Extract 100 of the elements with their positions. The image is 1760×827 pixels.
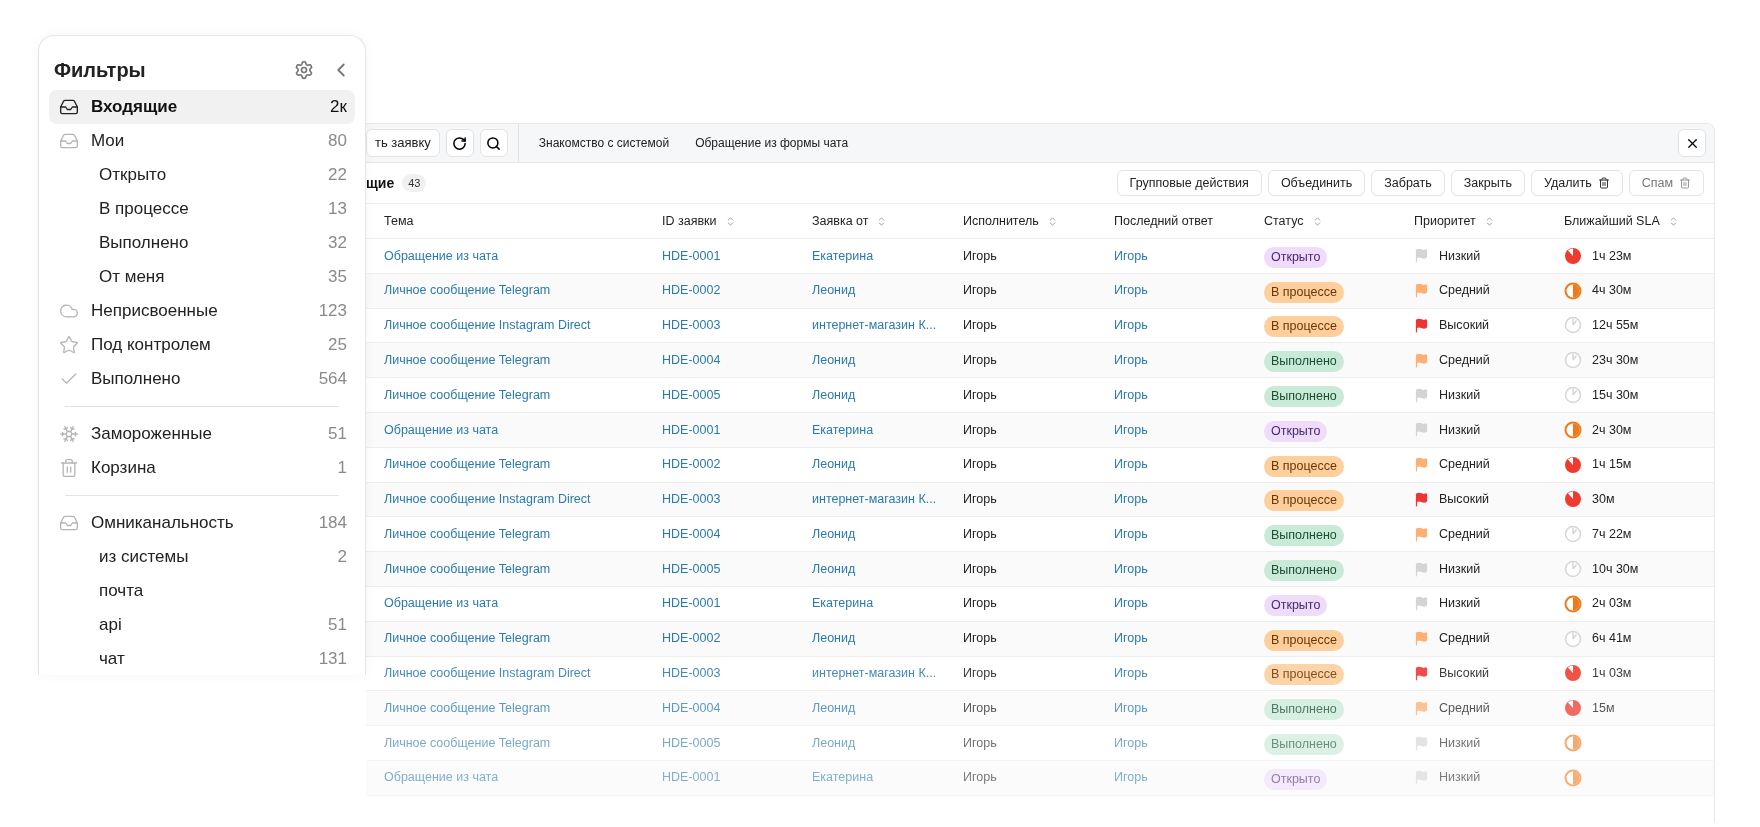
view-tab[interactable]: Обращение из формы чата xyxy=(685,125,859,161)
ticket-id-link[interactable]: HDE-0001 xyxy=(662,420,812,440)
subject-link[interactable]: Личное сообщение Telegram xyxy=(384,385,662,405)
column-header[interactable]: Заявка от xyxy=(812,211,963,231)
requester-link[interactable]: Леонид xyxy=(812,559,963,579)
close-button[interactable] xyxy=(1678,129,1706,157)
column-header[interactable]: Исполнитель xyxy=(963,211,1114,231)
subject-link[interactable]: Обращение из чата xyxy=(384,420,662,440)
sla-time: 6ч 41м xyxy=(1592,630,1632,648)
ticket-id-link[interactable]: HDE-0003 xyxy=(662,664,812,683)
filter-item[interactable]: Замороженные 51 xyxy=(49,417,355,451)
filters-title: Фильтры xyxy=(54,58,147,83)
filter-item[interactable]: Открыто 22 xyxy=(49,158,355,192)
requester-link[interactable]: Леонид xyxy=(812,385,963,405)
subject-link[interactable]: Личное сообщение Telegram xyxy=(384,524,662,544)
last-reply-link[interactable]: Игорь xyxy=(1114,629,1264,649)
filter-item[interactable]: Мои 80 xyxy=(49,124,355,158)
subject-link[interactable]: Личное сообщение Instagram Direct xyxy=(384,316,662,335)
last-reply-link[interactable]: Игорь xyxy=(1114,281,1264,301)
ticket-id-link[interactable]: HDE-0004 xyxy=(662,350,812,370)
filter-item[interactable]: Омниканальность 184 xyxy=(49,506,355,540)
subject-link[interactable]: Личное сообщение Instagram Direct xyxy=(384,664,662,683)
ticket-id-link[interactable]: HDE-0005 xyxy=(662,559,812,579)
filter-item[interactable]: api 51 xyxy=(49,608,355,642)
refresh-button[interactable] xyxy=(445,129,474,157)
sla-time: 2ч 03м xyxy=(1592,595,1632,613)
column-header[interactable]: ID заявки xyxy=(662,211,812,231)
subject-link[interactable]: Личное сообщение Telegram xyxy=(384,350,662,370)
ticket-id-link[interactable]: HDE-0001 xyxy=(662,246,812,266)
action-button[interactable]: Удалить xyxy=(1530,170,1623,196)
filter-item[interactable]: Входящие 2к xyxy=(49,90,355,124)
ticket-id-link[interactable]: HDE-0002 xyxy=(662,281,812,301)
last-reply-link[interactable]: Игорь xyxy=(1114,698,1264,718)
last-reply-link[interactable]: Игорь xyxy=(1114,316,1264,335)
last-reply-link[interactable]: Игорь xyxy=(1114,350,1264,370)
column-header[interactable]: Ближайший SLA xyxy=(1564,211,1714,231)
requester-link[interactable]: Леонид xyxy=(812,629,963,649)
last-reply-link[interactable]: Игорь xyxy=(1114,524,1264,544)
ticket-id-link[interactable]: HDE-0004 xyxy=(662,524,812,544)
ticket-id-link[interactable]: HDE-0002 xyxy=(662,629,812,649)
subject-link[interactable]: Личное сообщение Telegram xyxy=(384,629,662,649)
subject-link[interactable]: Обращение из чата xyxy=(384,246,662,266)
last-reply-link[interactable]: Игорь xyxy=(1114,246,1264,266)
filter-item[interactable]: почта xyxy=(49,574,355,608)
ticket-id-link[interactable]: HDE-0004 xyxy=(662,698,812,718)
ticket-id-link[interactable]: HDE-0002 xyxy=(662,455,812,475)
filter-item[interactable]: чат 131 xyxy=(49,642,355,676)
subject-link[interactable]: Личное сообщение Telegram xyxy=(384,733,662,753)
last-reply-link[interactable]: Игорь xyxy=(1114,559,1264,579)
column-header[interactable]: Статус xyxy=(1264,211,1414,231)
requester-link[interactable]: интернет-магазин К... xyxy=(812,664,963,683)
requester-link[interactable]: Леонид xyxy=(812,733,963,753)
create-ticket-button[interactable]: ть заявку xyxy=(366,129,440,157)
last-reply-link[interactable]: Игорь xyxy=(1114,420,1264,440)
column-header[interactable]: Тема xyxy=(384,211,662,231)
ticket-id-link[interactable]: HDE-0003 xyxy=(662,490,812,509)
filter-item[interactable]: От меня 35 xyxy=(49,260,355,294)
trash-icon xyxy=(1597,177,1610,189)
filter-item[interactable]: Под контролем 25 xyxy=(49,328,355,362)
ticket-id-link[interactable]: HDE-0005 xyxy=(662,733,812,753)
search-button[interactable] xyxy=(479,129,508,157)
requester-link[interactable]: Леонид xyxy=(812,698,963,718)
filter-item[interactable]: В процессе 13 xyxy=(49,192,355,226)
ticket-id-link[interactable]: HDE-0003 xyxy=(662,316,812,335)
last-reply-link[interactable]: Игорь xyxy=(1114,490,1264,509)
subject-link[interactable]: Личное сообщение Telegram xyxy=(384,559,662,579)
requester-link[interactable]: Леонид xyxy=(812,281,963,301)
action-button[interactable]: Групповые действия xyxy=(1116,170,1262,196)
requester-link[interactable]: Екатерина xyxy=(812,420,963,440)
requester-link[interactable]: Леонид xyxy=(812,524,963,544)
requester-link[interactable]: Леонид xyxy=(812,350,963,370)
filter-item[interactable]: Неприсвоенные 123 xyxy=(49,294,355,328)
filter-item[interactable]: Выполнено 564 xyxy=(49,362,355,396)
column-header[interactable]: Приоритет xyxy=(1414,211,1564,231)
requester-link[interactable]: Екатерина xyxy=(812,594,963,614)
last-reply-link[interactable]: Игорь xyxy=(1114,664,1264,683)
settings-icon[interactable] xyxy=(294,60,314,80)
subject-link[interactable]: Личное сообщение Telegram xyxy=(384,698,662,718)
subject-link[interactable]: Обращение из чата xyxy=(384,594,662,614)
ticket-id-link[interactable]: HDE-0001 xyxy=(662,594,812,614)
column-header[interactable]: Последний ответ xyxy=(1114,211,1264,231)
action-button[interactable]: Объединить xyxy=(1267,170,1366,196)
ticket-id-link[interactable]: HDE-0005 xyxy=(662,385,812,405)
subject-link[interactable]: Личное сообщение Telegram xyxy=(384,281,662,301)
subject-link[interactable]: Личное сообщение Instagram Direct xyxy=(384,490,662,509)
last-reply-link[interactable]: Игорь xyxy=(1114,455,1264,475)
last-reply-link[interactable]: Игорь xyxy=(1114,733,1264,753)
requester-link[interactable]: Екатерина xyxy=(812,246,963,266)
requester-link[interactable]: Леонид xyxy=(812,455,963,475)
last-reply-link[interactable]: Игорь xyxy=(1114,385,1264,405)
subject-link[interactable]: Личное сообщение Telegram xyxy=(384,455,662,475)
filter-item[interactable]: Корзина 1 xyxy=(49,451,355,485)
action-button[interactable]: Закрыть xyxy=(1450,170,1525,196)
filter-item[interactable]: из системы 2 xyxy=(49,540,355,574)
requester-link[interactable]: интернет-магазин К... xyxy=(812,316,963,335)
view-tab[interactable]: Знакомство с системой xyxy=(528,125,680,161)
last-reply-link[interactable]: Игорь xyxy=(1114,594,1264,614)
requester-link[interactable]: интернет-магазин К... xyxy=(812,490,963,509)
filter-item[interactable]: Выполнено 32 xyxy=(49,226,355,260)
action-button[interactable]: Забрать xyxy=(1371,170,1445,196)
